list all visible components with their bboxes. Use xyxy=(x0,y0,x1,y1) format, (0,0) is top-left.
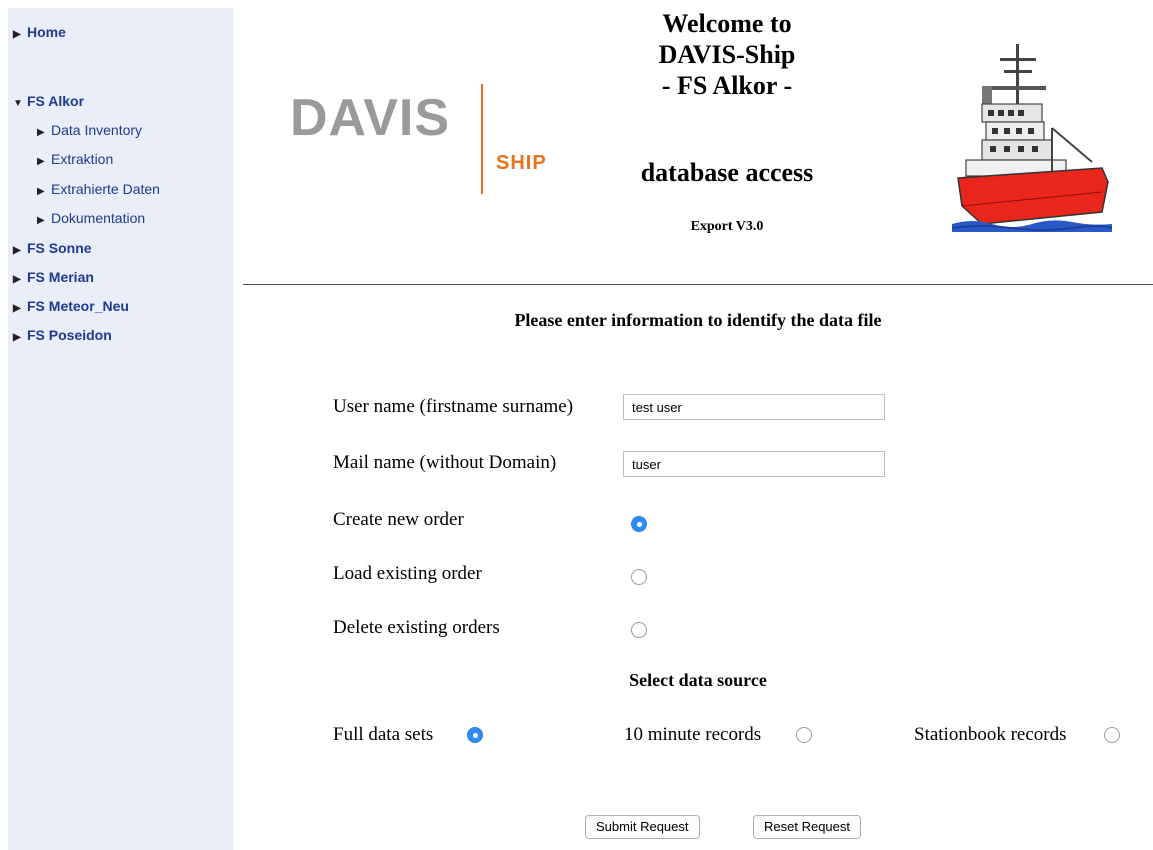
page-subtitle: database access xyxy=(640,158,814,187)
logo-ship-text: SHIP xyxy=(496,152,547,174)
triangle-right-icon: ▶ xyxy=(13,274,21,285)
user-name-label: User name (firstname surname) xyxy=(333,396,574,417)
triangle-right-icon: ▶ xyxy=(13,303,21,314)
nav-fs-meteor-neu-label: FS Meteor_Neu xyxy=(27,298,129,314)
mail-name-label: Mail name (without Domain) xyxy=(333,452,557,473)
triangle-right-icon: ▶ xyxy=(37,156,45,167)
logo-divider xyxy=(481,84,483,194)
delete-existing-orders-label: Delete existing orders xyxy=(333,617,500,638)
mail-name-input[interactable] xyxy=(623,451,885,477)
ship-illustration xyxy=(952,44,1112,232)
full-data-sets-radio[interactable] xyxy=(467,727,483,743)
nav-fs-sonne[interactable]: ▶ FS Sonne xyxy=(13,240,92,256)
sidebar-nav: ▶ Home ▼ FS Alkor ▶ Data Inventory ▶ Extrakt… xyxy=(8,8,233,850)
create-new-order-label: Create new order xyxy=(333,509,464,530)
create-new-order-radio[interactable] xyxy=(631,516,647,532)
triangle-right-icon: ▶ xyxy=(13,245,21,256)
nav-extraktion-label: Extraktion xyxy=(51,151,114,167)
stationbook-records-radio[interactable] xyxy=(1104,727,1120,743)
nav-extraktion[interactable]: ▶ Extraktion xyxy=(37,151,113,167)
logo-davis-text: DAVIS xyxy=(290,89,451,147)
nav-fs-merian-label: FS Merian xyxy=(27,269,94,285)
reset-request-button[interactable]: Reset Request xyxy=(753,815,861,839)
delete-existing-orders-radio[interactable] xyxy=(631,622,647,638)
nav-data-inventory[interactable]: ▶ Data Inventory xyxy=(37,122,142,138)
welcome-line-2: DAVIS-Ship xyxy=(658,40,796,69)
triangle-right-icon: ▶ xyxy=(13,332,21,343)
triangle-down-icon: ▼ xyxy=(13,98,23,109)
welcome-line-1: Welcome to xyxy=(662,9,792,38)
nav-fs-poseidon[interactable]: ▶ FS Poseidon xyxy=(13,327,112,343)
triangle-right-icon: ▶ xyxy=(37,215,45,226)
welcome-line-3: - FS Alkor - xyxy=(661,71,793,100)
nav-fs-meteor-neu[interactable]: ▶ FS Meteor_Neu xyxy=(13,298,129,314)
davis-ship-logo: DAVIS SHIP xyxy=(290,84,570,199)
nav-extrahierte-daten[interactable]: ▶ Extrahierte Daten xyxy=(37,181,160,197)
nav-data-inventory-label: Data Inventory xyxy=(51,122,143,138)
nav-home-label: Home xyxy=(27,24,66,40)
nav-fs-sonne-label: FS Sonne xyxy=(27,240,92,256)
load-existing-order-radio[interactable] xyxy=(631,569,647,585)
horizontal-divider xyxy=(243,284,1153,285)
welcome-title: Welcome to DAVIS-Ship - FS Alkor - xyxy=(596,8,858,101)
submit-request-button[interactable]: Submit Request xyxy=(585,815,700,839)
triangle-right-icon: ▶ xyxy=(37,127,45,138)
nav-dokumentation-label: Dokumentation xyxy=(51,210,146,226)
load-existing-order-label: Load existing order xyxy=(333,563,482,584)
nav-fs-poseidon-label: FS Poseidon xyxy=(27,327,112,343)
nav-fs-alkor[interactable]: ▼ FS Alkor xyxy=(13,93,84,109)
user-name-input[interactable] xyxy=(623,394,885,420)
triangle-right-icon: ▶ xyxy=(37,186,45,197)
ten-minute-records-label: 10 minute records xyxy=(624,724,762,745)
stationbook-records-label: Stationbook records xyxy=(914,724,1067,745)
nav-extrahierte-daten-label: Extrahierte Daten xyxy=(51,181,160,197)
full-data-sets-label: Full data sets xyxy=(333,724,434,745)
nav-home[interactable]: ▶ Home xyxy=(13,24,66,40)
ten-minute-records-radio[interactable] xyxy=(796,727,812,743)
triangle-right-icon: ▶ xyxy=(13,29,21,40)
data-source-heading: Select data source xyxy=(629,670,767,690)
version-label: Export V3.0 xyxy=(690,219,764,234)
form-heading: Please enter information to identify the… xyxy=(514,310,882,330)
nav-fs-alkor-label: FS Alkor xyxy=(27,93,85,109)
nav-fs-merian[interactable]: ▶ FS Merian xyxy=(13,269,94,285)
nav-dokumentation[interactable]: ▶ Dokumentation xyxy=(37,210,145,226)
